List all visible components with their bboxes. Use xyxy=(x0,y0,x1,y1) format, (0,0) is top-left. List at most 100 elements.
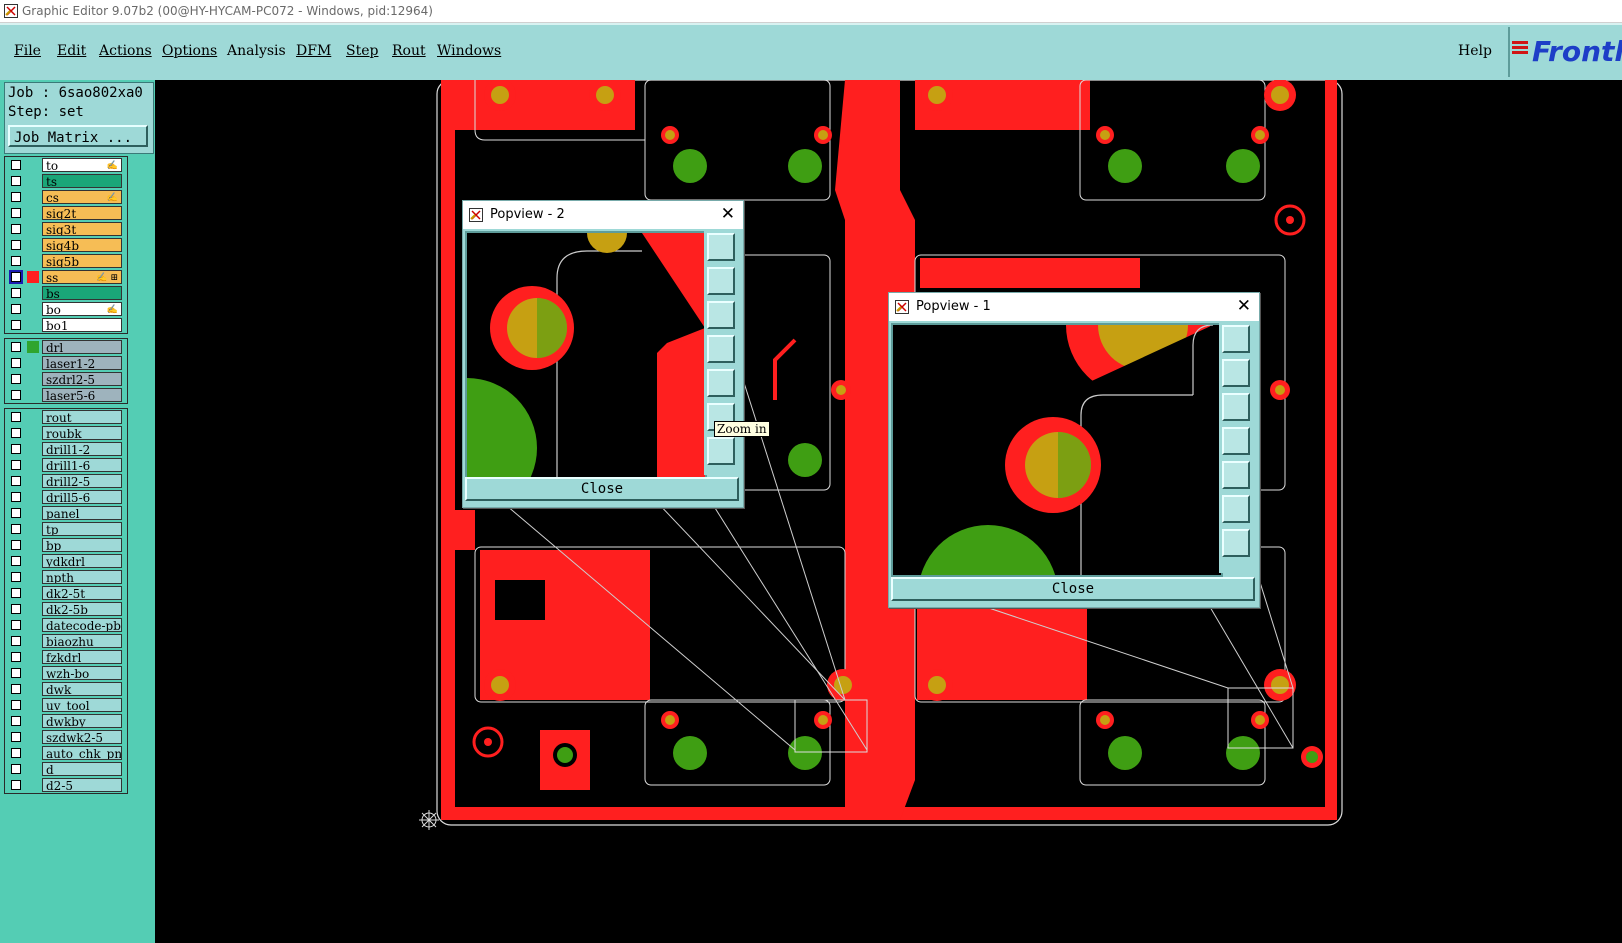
layer-checkbox[interactable] xyxy=(11,604,21,614)
layer-row[interactable]: d xyxy=(5,761,127,777)
pan-up-icon[interactable] xyxy=(1222,359,1250,387)
zoom-home-icon[interactable] xyxy=(1222,325,1250,353)
layer-row[interactable]: drill2-5 xyxy=(5,473,127,489)
layer-checkbox[interactable] xyxy=(11,540,21,550)
layer-row[interactable]: ts xyxy=(5,173,127,189)
layer-checkbox[interactable] xyxy=(11,508,21,518)
zoom-in-icon[interactable] xyxy=(1222,495,1250,523)
layer-checkbox[interactable] xyxy=(11,492,21,502)
layer-name[interactable]: fzkdrl xyxy=(42,650,122,664)
layer-checkbox[interactable] xyxy=(11,556,21,566)
layer-checkbox[interactable] xyxy=(11,524,21,534)
layer-name[interactable]: szdwk2-5 xyxy=(42,730,122,744)
layer-name[interactable]: panel xyxy=(42,506,122,520)
layer-color-swatch[interactable] xyxy=(27,715,39,727)
layer-checkbox[interactable] xyxy=(11,668,21,678)
layer-row[interactable]: szdrl2-5 xyxy=(5,371,127,387)
layer-checkbox[interactable] xyxy=(9,270,23,284)
layer-row[interactable]: to ✍ xyxy=(5,157,127,173)
layer-name[interactable]: cs ✍ xyxy=(42,190,122,204)
layer-row[interactable]: cs ✍ xyxy=(5,189,127,205)
layer-checkbox[interactable] xyxy=(11,304,21,314)
layer-color-swatch[interactable] xyxy=(27,747,39,759)
layer-row[interactable]: bp xyxy=(5,537,127,553)
layer-checkbox[interactable] xyxy=(11,652,21,662)
layer-checkbox[interactable] xyxy=(11,288,21,298)
layer-color-swatch[interactable] xyxy=(27,191,39,203)
layer-checkbox[interactable] xyxy=(11,224,21,234)
layer-color-swatch[interactable] xyxy=(27,341,39,353)
zoom-home-icon[interactable] xyxy=(707,233,735,261)
layer-name[interactable]: uv_tool xyxy=(42,698,122,712)
popview-2-view[interactable] xyxy=(465,231,707,479)
layer-name[interactable]: dwkby xyxy=(42,714,122,728)
layer-color-swatch[interactable] xyxy=(27,271,39,283)
layer-name[interactable]: ts xyxy=(42,174,122,188)
layer-row[interactable]: bs xyxy=(5,285,127,301)
layer-name[interactable]: drill5-6 xyxy=(42,490,122,504)
menu-file[interactable]: File xyxy=(14,43,41,59)
pan-right-icon[interactable] xyxy=(707,369,735,397)
layer-row[interactable]: ss ✍ ⊞ xyxy=(5,269,127,285)
layer-color-swatch[interactable] xyxy=(27,555,39,567)
layer-color-swatch[interactable] xyxy=(27,667,39,679)
layer-row[interactable]: fzkdrl xyxy=(5,649,127,665)
layer-row[interactable]: npth xyxy=(5,569,127,585)
layer-row[interactable]: drill1-2 xyxy=(5,441,127,457)
popview-2-close-button[interactable]: Close xyxy=(465,477,739,501)
close-icon[interactable]: ✕ xyxy=(721,204,735,224)
layer-name[interactable]: sig3t xyxy=(42,222,122,236)
layer-row[interactable]: sig5b xyxy=(5,253,127,269)
popview-1-view[interactable] xyxy=(891,323,1223,577)
layer-checkbox[interactable] xyxy=(11,476,21,486)
layer-name[interactable]: roubk xyxy=(42,426,122,440)
layer-checkbox[interactable] xyxy=(11,700,21,710)
layer-row[interactable]: datecode-pbo xyxy=(5,617,127,633)
layer-row[interactable]: sig4b xyxy=(5,237,127,253)
layer-name[interactable]: dk2-5b xyxy=(42,602,122,616)
layer-row[interactable]: laser1-2 xyxy=(5,355,127,371)
layer-name[interactable]: laser1-2 xyxy=(42,356,122,370)
layer-row[interactable]: wzh-bo xyxy=(5,665,127,681)
pan-left-icon[interactable] xyxy=(707,335,735,363)
layer-name[interactable]: bs xyxy=(42,286,122,300)
layer-name[interactable]: dk2-5t xyxy=(42,586,122,600)
layer-checkbox[interactable] xyxy=(11,588,21,598)
layer-row[interactable]: rout xyxy=(5,409,127,425)
layer-color-swatch[interactable] xyxy=(27,459,39,471)
layer-checkbox[interactable] xyxy=(11,320,21,330)
layer-color-swatch[interactable] xyxy=(27,255,39,267)
popview-2-titlebar[interactable]: Popview - 2 ✕ xyxy=(463,201,743,229)
layer-checkbox[interactable] xyxy=(11,460,21,470)
layer-color-swatch[interactable] xyxy=(27,175,39,187)
layer-checkbox[interactable] xyxy=(11,342,21,352)
layer-checkbox[interactable] xyxy=(11,374,21,384)
menu-rout[interactable]: Rout xyxy=(392,43,426,59)
layer-color-swatch[interactable] xyxy=(27,239,39,251)
layer-row[interactable]: sig2t xyxy=(5,205,127,221)
layer-color-swatch[interactable] xyxy=(27,287,39,299)
layer-checkbox[interactable] xyxy=(11,764,21,774)
layer-color-swatch[interactable] xyxy=(27,357,39,369)
layer-name[interactable]: ss ✍ ⊞ xyxy=(42,270,122,284)
layer-row[interactable]: ydkdrl xyxy=(5,553,127,569)
layer-checkbox[interactable] xyxy=(11,192,21,202)
layer-checkbox[interactable] xyxy=(11,572,21,582)
pan-right-icon[interactable] xyxy=(1222,461,1250,489)
layer-name[interactable]: ydkdrl xyxy=(42,554,122,568)
layer-checkbox[interactable] xyxy=(11,240,21,250)
layer-name[interactable]: laser5-6 xyxy=(42,388,122,402)
layer-color-swatch[interactable] xyxy=(27,411,39,423)
layer-row[interactable]: uv_tool xyxy=(5,697,127,713)
layer-name[interactable]: sig2t xyxy=(42,206,122,220)
layer-checkbox[interactable] xyxy=(11,358,21,368)
menu-actions[interactable]: Actions xyxy=(99,43,152,59)
layer-color-swatch[interactable] xyxy=(27,635,39,647)
layer-row[interactable]: biaozhu xyxy=(5,633,127,649)
layer-color-swatch[interactable] xyxy=(27,319,39,331)
layer-checkbox[interactable] xyxy=(11,428,21,438)
pan-down-icon[interactable] xyxy=(707,301,735,329)
layer-row[interactable]: dk2-5b xyxy=(5,601,127,617)
layer-color-swatch[interactable] xyxy=(27,207,39,219)
layer-checkbox[interactable] xyxy=(11,444,21,454)
